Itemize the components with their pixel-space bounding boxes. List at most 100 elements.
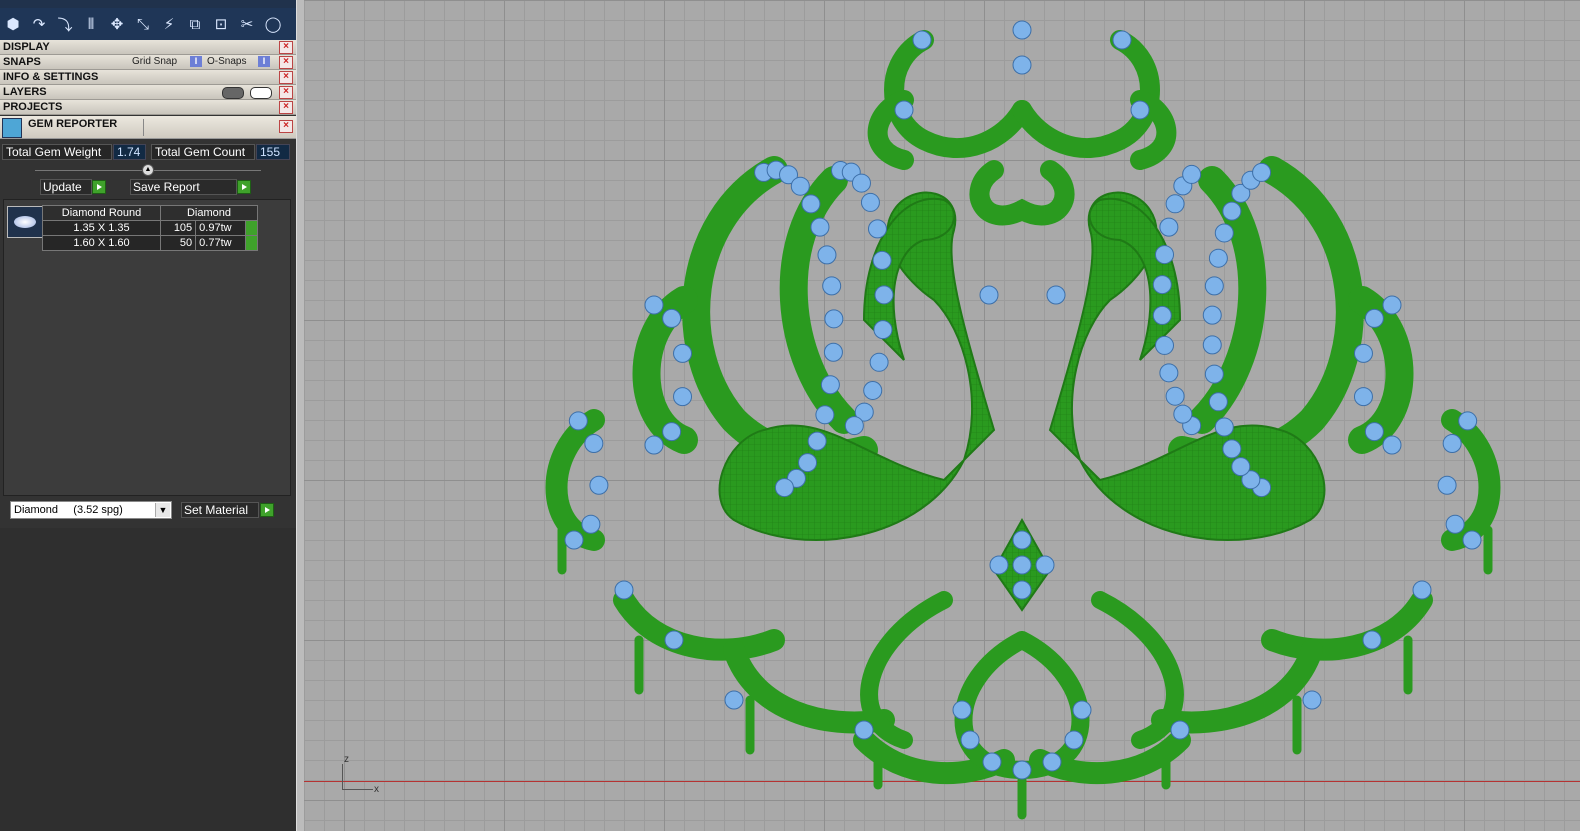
- gem-stone: [1165, 386, 1185, 406]
- close-display-button[interactable]: ×: [279, 41, 293, 54]
- circle-icon[interactable]: ◯: [262, 13, 284, 35]
- ungroup-icon[interactable]: ⊡: [210, 13, 232, 35]
- gem-stone: [1072, 700, 1092, 720]
- gem-stone: [823, 342, 843, 362]
- gem-stone: [1202, 335, 1222, 355]
- move-icon[interactable]: ✥: [106, 13, 128, 35]
- update-button[interactable]: Update: [40, 179, 92, 195]
- close-projects-button[interactable]: ×: [279, 101, 293, 114]
- bend-icon[interactable]: ⤵: [54, 13, 76, 35]
- gem-stone: [1214, 417, 1234, 437]
- gem-stone: [1042, 752, 1062, 772]
- gem-stone: [1382, 435, 1402, 455]
- select-icon[interactable]: ⬢: [2, 13, 24, 35]
- row-go-icon[interactable]: [245, 235, 258, 251]
- gem-stone: [1012, 55, 1032, 75]
- gem-size-cell: 1.60 X 1.60: [42, 235, 161, 251]
- gem-stone: [860, 192, 880, 212]
- panel-slider-handle[interactable]: ▲: [142, 164, 154, 176]
- gem-stone: [817, 245, 837, 265]
- gem-stone: [664, 630, 684, 650]
- gem-stone: [844, 416, 864, 436]
- gem-stone: [1182, 164, 1202, 184]
- gem-stone: [589, 475, 609, 495]
- trim-icon[interactable]: ✂: [236, 13, 258, 35]
- projects-panel-header[interactable]: PROJECTS ×: [0, 100, 296, 115]
- close-layers-button[interactable]: ×: [279, 86, 293, 99]
- gem-stone: [644, 295, 664, 315]
- gem-stone: [1012, 760, 1032, 780]
- grid-snap-toggle[interactable]: I: [190, 56, 202, 67]
- snaps-panel-header[interactable]: SNAPS Grid Snap I O-Snaps I ×: [0, 55, 296, 70]
- gem-reporter-header[interactable]: GEM REPORTER ×: [0, 116, 296, 139]
- gem-stone: [1353, 387, 1373, 407]
- gem-stone: [863, 380, 883, 400]
- gem-stone: [1159, 217, 1179, 237]
- gem-stone: [815, 405, 835, 425]
- display-panel-header[interactable]: DISPLAY ×: [0, 40, 296, 55]
- gem-stone: [1012, 530, 1032, 550]
- gem-stone: [1222, 439, 1242, 459]
- gem-stone: [869, 352, 889, 372]
- panel-splitter[interactable]: [296, 0, 304, 831]
- gem-stone: [1204, 364, 1224, 384]
- layer-toggle-icon[interactable]: [222, 87, 244, 99]
- gem-stone: [1152, 275, 1172, 295]
- gem-stone: [854, 720, 874, 740]
- 3d-viewport[interactable]: z x: [304, 0, 1580, 831]
- gem-stone: [872, 250, 892, 270]
- update-go-icon[interactable]: [92, 180, 106, 194]
- set-material-button[interactable]: Set Material: [181, 502, 259, 518]
- info-panel-header[interactable]: INFO & SETTINGS ×: [0, 70, 296, 85]
- gem-stone: [1364, 422, 1384, 442]
- deform-icon[interactable]: ⚡: [158, 13, 180, 35]
- save-report-button[interactable]: Save Report: [130, 179, 237, 195]
- gem-stone: [1204, 276, 1224, 296]
- gem-stone: [1159, 363, 1179, 383]
- swan-pendant-model[interactable]: [304, 0, 1580, 831]
- scale-icon[interactable]: ⤡: [132, 13, 154, 35]
- gem-stone: [810, 217, 830, 237]
- gem-stone: [1112, 30, 1132, 50]
- gem-stone: [1222, 201, 1242, 221]
- total-gem-weight-label: Total Gem Weight: [2, 144, 112, 160]
- close-gem-reporter-button[interactable]: ×: [279, 120, 293, 133]
- gem-reporter-title: GEM REPORTER: [28, 118, 118, 130]
- table-row[interactable]: 1.35 X 1.35 105 0.97tw: [42, 220, 258, 236]
- material-select[interactable]: Diamond (3.52 spg) ▼: [10, 501, 172, 519]
- material-select-value: Diamond (3.52 spg): [14, 504, 123, 516]
- gem-stone: [873, 320, 893, 340]
- gem-stone: [1012, 555, 1032, 575]
- group-icon[interactable]: ⧉: [184, 13, 206, 35]
- gem-stone: [644, 435, 664, 455]
- gem-stone: [952, 700, 972, 720]
- row-go-icon[interactable]: [245, 220, 258, 236]
- gem-stone: [1012, 580, 1032, 600]
- total-gem-weight-value: 1.74: [113, 144, 146, 160]
- curve-icon[interactable]: ↷: [28, 13, 50, 35]
- layers-panel-header[interactable]: LAYERS ×: [0, 85, 296, 100]
- gem-stone: [1412, 580, 1432, 600]
- gem-stone: [568, 411, 588, 431]
- close-snaps-button[interactable]: ×: [279, 56, 293, 69]
- mirror-icon[interactable]: ⫴: [80, 13, 102, 35]
- gem-stone: [1462, 530, 1482, 550]
- gem-table: Diamond Round Diamond 1.35 X 1.35 105 0.…: [42, 205, 258, 251]
- chevron-down-icon[interactable]: ▼: [155, 503, 170, 517]
- gem-weight-cell: 0.97tw: [195, 220, 247, 236]
- layers-label: LAYERS: [3, 86, 47, 98]
- gem-stone: [798, 453, 818, 473]
- gem-stone: [1064, 730, 1084, 750]
- eye-icon[interactable]: [250, 87, 272, 99]
- gem-stone: [1208, 392, 1228, 412]
- gem-table-header: Diamond Round Diamond: [42, 205, 258, 221]
- set-material-go-icon[interactable]: [260, 503, 274, 517]
- total-gem-count-value: 155: [256, 144, 290, 160]
- gem-stone: [1252, 162, 1272, 182]
- save-report-go-icon[interactable]: [237, 180, 251, 194]
- close-info-button[interactable]: ×: [279, 71, 293, 84]
- gem-stone: [1155, 245, 1175, 265]
- o-snaps-toggle[interactable]: I: [258, 56, 270, 67]
- table-row[interactable]: 1.60 X 1.60 50 0.77tw: [42, 235, 258, 251]
- gem-stone: [1012, 20, 1032, 40]
